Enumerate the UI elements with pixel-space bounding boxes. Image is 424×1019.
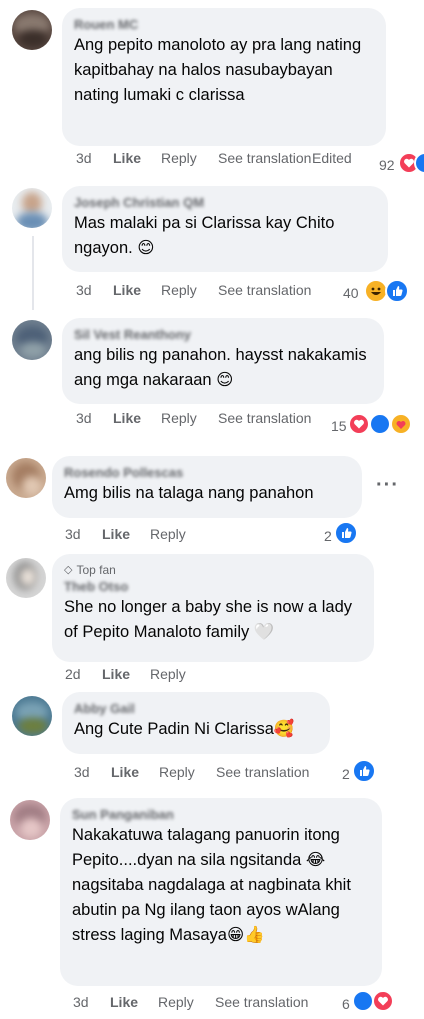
- commenter-name[interactable]: Sun Panganiban: [72, 806, 370, 823]
- like-icon[interactable]: [352, 990, 374, 1012]
- reply-button[interactable]: Reply: [158, 994, 194, 1010]
- reply-thread-line: [32, 236, 34, 310]
- see-translation-button[interactable]: See translation: [218, 282, 311, 298]
- comment-bubble: Sun Panganiban Nakakatuwa talagang panuo…: [60, 798, 382, 986]
- comment-time[interactable]: 3d: [73, 994, 89, 1010]
- reply-button[interactable]: Reply: [150, 666, 186, 682]
- comment-bubble: Abby Gail Ang Cute Padin Ni Clarissa🥰: [62, 692, 330, 754]
- reaction-count[interactable]: 2: [342, 765, 350, 783]
- heart-icon[interactable]: [372, 990, 394, 1012]
- comment-text: Mas malaki pa si Clarissa kay Chito ngay…: [74, 214, 335, 257]
- like-button[interactable]: Like: [111, 764, 139, 780]
- comment-time[interactable]: 3d: [65, 526, 81, 542]
- like-button[interactable]: Like: [102, 666, 130, 682]
- comment-text: She no longer a baby she is now a lady o…: [64, 598, 353, 641]
- comment-text: Amg bilis na talaga nang panahon: [64, 484, 314, 502]
- more-options-button[interactable]: ···: [376, 474, 399, 497]
- avatar[interactable]: [10, 800, 50, 840]
- like-icon[interactable]: [385, 279, 409, 303]
- reply-button[interactable]: Reply: [161, 282, 197, 298]
- like-button[interactable]: Like: [113, 410, 141, 426]
- avatar[interactable]: [12, 188, 52, 228]
- see-translation-label: See translation: [218, 410, 312, 426]
- like-icon[interactable]: [369, 413, 391, 435]
- avatar[interactable]: [12, 696, 52, 736]
- top-fan-badge: ◇ Top fan: [64, 562, 362, 578]
- comment-bubble: Rouen MC Ang pepito manoloto ay pra lang…: [62, 8, 386, 146]
- comment-time[interactable]: 2d: [65, 666, 81, 682]
- comment-text: ang bilis ng panahon. haysst nakakamis a…: [74, 346, 367, 389]
- edited-label: Edited: [312, 150, 352, 166]
- heart-icon[interactable]: [348, 413, 370, 435]
- commenter-name[interactable]: Joseph Christian QM: [74, 194, 376, 211]
- avatar[interactable]: [6, 458, 46, 498]
- reply-button[interactable]: Reply: [159, 764, 195, 780]
- comment-text: Ang Cute Padin Ni Clarissa🥰: [74, 720, 295, 738]
- comment-bubble: Rosendo Pollescas Amg bilis na talaga na…: [52, 456, 362, 518]
- like-button[interactable]: Like: [110, 994, 138, 1010]
- avatar[interactable]: [12, 10, 52, 50]
- reaction-count[interactable]: 2: [324, 527, 332, 545]
- comment-text: Nakakatuwa talagang panuorin itong Pepit…: [72, 826, 351, 944]
- reply-button[interactable]: Reply: [161, 410, 197, 426]
- like-icon[interactable]: [334, 521, 358, 545]
- reaction-count[interactable]: 15: [331, 417, 347, 435]
- reaction-count[interactable]: 6: [342, 995, 350, 1013]
- like-button[interactable]: Like: [113, 282, 141, 298]
- comment-bubble: Joseph Christian QM Mas malaki pa si Cla…: [62, 186, 388, 272]
- like-icon[interactable]: [352, 759, 376, 783]
- comment-time[interactable]: 3d: [76, 150, 92, 166]
- diamond-icon: ◇: [64, 564, 73, 576]
- commenter-name[interactable]: Sil Vest Reanthony: [74, 326, 372, 343]
- reply-button[interactable]: Reply: [150, 526, 186, 542]
- commenter-name[interactable]: Abby Gail: [74, 700, 318, 717]
- see-translation-label: See translation: [218, 150, 312, 166]
- commenter-name[interactable]: Theb Otso: [64, 578, 362, 595]
- commenter-name[interactable]: Rosendo Pollescas: [64, 464, 350, 481]
- reply-button[interactable]: Reply: [161, 150, 197, 166]
- like-button[interactable]: Like: [102, 526, 130, 542]
- comment-bubble: Sil Vest Reanthony ang bilis ng panahon.…: [62, 318, 384, 404]
- commenter-name[interactable]: Rouen MC: [74, 16, 374, 33]
- comment-time[interactable]: 3d: [74, 764, 90, 780]
- see-translation-button[interactable]: See translation: [215, 994, 308, 1010]
- comment-time[interactable]: 3d: [76, 282, 92, 298]
- avatar[interactable]: [6, 558, 46, 598]
- reaction-count[interactable]: 92: [379, 156, 395, 174]
- like-button[interactable]: Like: [113, 150, 141, 166]
- reaction-count[interactable]: 40: [343, 284, 359, 302]
- comment-time[interactable]: 3d: [76, 410, 92, 426]
- see-translation-button[interactable]: See translation: [216, 764, 309, 780]
- comment-text: Ang pepito manoloto ay pra lang nating k…: [74, 36, 362, 104]
- care-icon[interactable]: [390, 413, 412, 435]
- avatar[interactable]: [12, 320, 52, 360]
- comment-bubble: ◇ Top fan Theb Otso She no longer a baby…: [52, 554, 374, 662]
- see-translation-button[interactable]: See translation: [218, 410, 311, 426]
- see-translation-button[interactable]: See translation: [218, 150, 311, 166]
- top-fan-label: Top fan: [76, 563, 116, 577]
